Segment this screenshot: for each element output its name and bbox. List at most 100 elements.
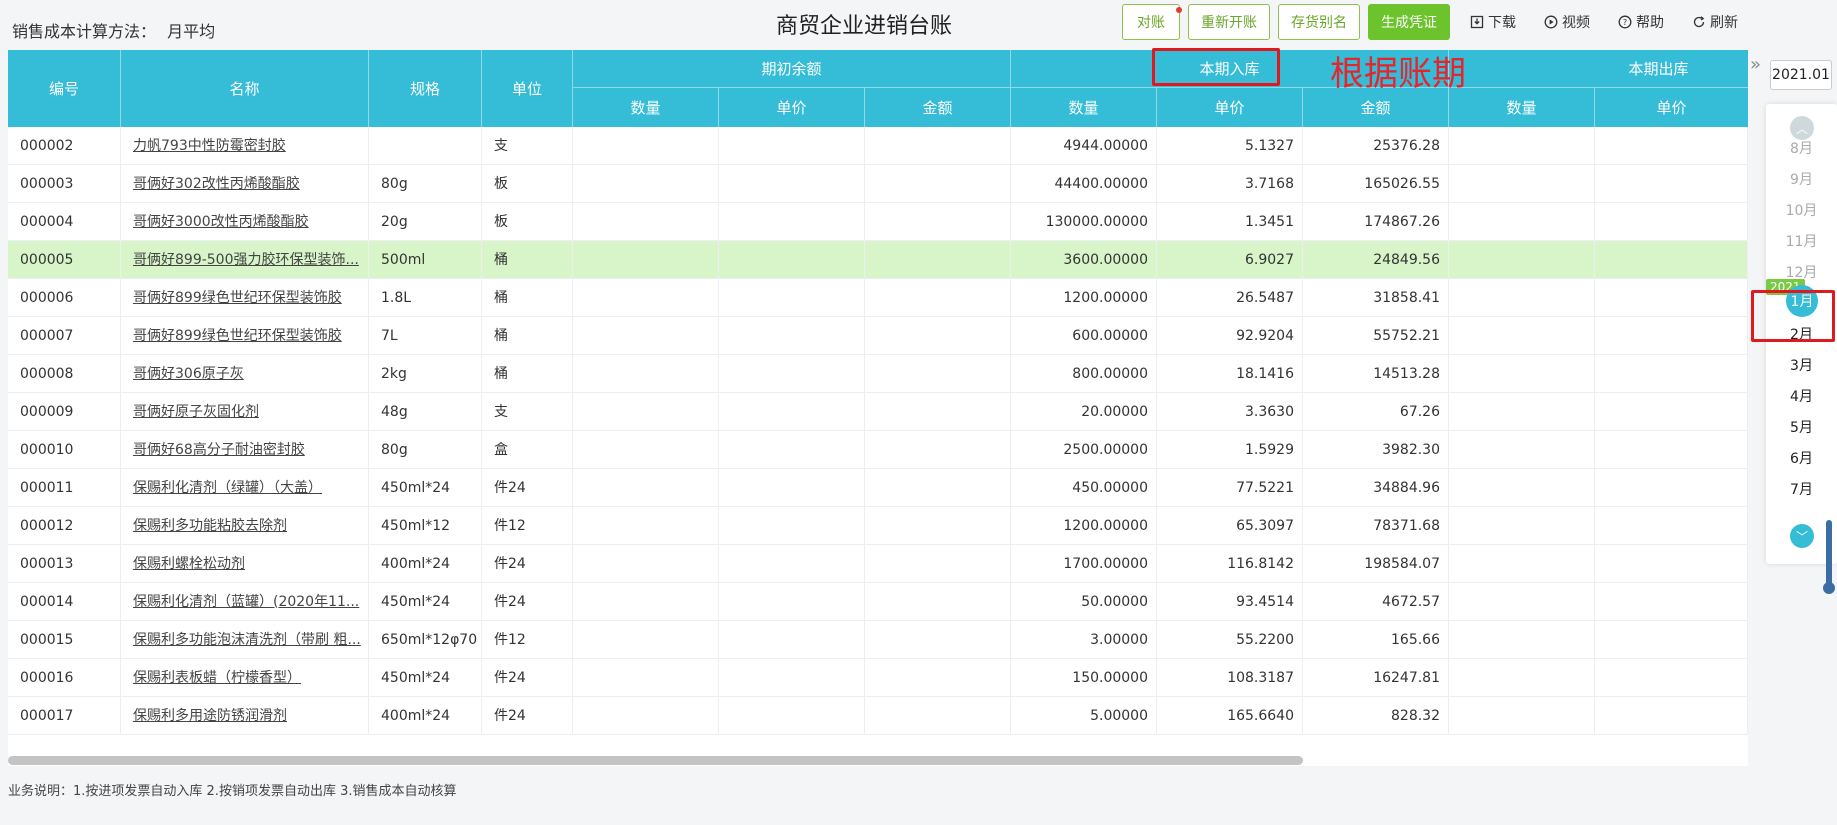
month-item[interactable]: 4月 — [1766, 386, 1837, 406]
cell-name[interactable]: 保赐利多功能粘胶去除剂 — [121, 507, 369, 545]
header-spec[interactable]: 规格 — [369, 50, 482, 127]
cell-name[interactable]: 哥俩好原子灰固化剂 — [121, 393, 369, 431]
cell-name[interactable]: 保赐利螺栓松动剂 — [121, 545, 369, 583]
item-name-link[interactable]: 保赐利表板蜡（柠檬香型） — [133, 670, 301, 686]
table-row[interactable]: 000017 保赐利多用途防锈润滑剂 400ml*24 件24 5.00000 165.6… — [8, 697, 1748, 735]
cell-spec: 48g — [369, 393, 482, 431]
period-input[interactable]: 2021.01 — [1770, 60, 1832, 90]
horizontal-scrollbar[interactable] — [8, 756, 1303, 765]
item-name-link[interactable]: 哥俩好899绿色世纪环保型装饰胶 — [133, 328, 342, 344]
alias-button[interactable]: 存货别名 — [1278, 4, 1360, 40]
cell-name[interactable]: 哥俩好899-500强力胶环保型装饰... — [121, 241, 369, 279]
scroll-down-icon[interactable]: ﹀ — [1790, 524, 1814, 548]
cell-code: 000004 — [8, 203, 121, 241]
table-row[interactable]: 000004 哥俩好3000改性丙烯酸酯胶 20g 板 130000.00000 1.34… — [8, 203, 1748, 241]
month-item[interactable]: 7月 — [1766, 479, 1837, 499]
table-row[interactable]: 000009 哥俩好原子灰固化剂 48g 支 20.00000 3.3630 67.26 — [8, 393, 1748, 431]
cell-op-price — [719, 697, 865, 735]
table-row[interactable]: 000012 保赐利多功能粘胶去除剂 450ml*12 件12 1200.00000 65… — [8, 507, 1748, 545]
cell-name[interactable]: 哥俩好68高分子耐油密封胶 — [121, 431, 369, 469]
cell-in-amount: 14513.28 — [1303, 355, 1449, 393]
video-button[interactable]: 视频 — [1544, 12, 1590, 32]
month-item[interactable]: 11月 — [1766, 231, 1837, 251]
month-item[interactable]: 5月 — [1766, 417, 1837, 437]
cell-op-price — [719, 583, 865, 621]
month-item[interactable]: 6月 — [1766, 448, 1837, 468]
item-name-link[interactable]: 哥俩好3000改性丙烯酸酯胶 — [133, 214, 309, 230]
cell-name[interactable]: 保赐利化清剂（蓝罐）(2020年11... — [121, 583, 369, 621]
scroll-up-icon[interactable]: ︿ — [1790, 116, 1814, 140]
cell-unit: 盒 — [482, 431, 573, 469]
table-row[interactable]: 000013 保赐利螺栓松动剂 400ml*24 件24 1700.00000 116.8… — [8, 545, 1748, 583]
cell-out-qty — [1449, 203, 1595, 241]
month-item[interactable]: 10月 — [1766, 200, 1837, 220]
cell-in-price: 92.9204 — [1157, 317, 1303, 355]
table-row[interactable]: 000014 保赐利化清剂（蓝罐）(2020年11... 450ml*24 件24 50… — [8, 583, 1748, 621]
table-row[interactable]: 000010 哥俩好68高分子耐油密封胶 80g 盒 2500.00000 1.5929 3… — [8, 431, 1748, 469]
cell-name[interactable]: 哥俩好302改性丙烯酸酯胶 — [121, 165, 369, 203]
vertical-scrollbar[interactable] — [1826, 520, 1832, 590]
vertical-scrollbar-knob[interactable] — [1823, 582, 1835, 594]
cell-out-qty — [1449, 469, 1595, 507]
header-outbound-price: 单价 — [1656, 99, 1687, 117]
video-label: 视频 — [1562, 15, 1590, 31]
cell-name[interactable]: 保赐利多功能泡沫清洗剂（带刷 粗... — [121, 621, 369, 659]
cell-in-price: 77.5221 — [1157, 469, 1303, 507]
item-name-link[interactable]: 哥俩好899绿色世纪环保型装饰胶 — [133, 290, 342, 306]
item-name-link[interactable]: 哥俩好302改性丙烯酸酯胶 — [133, 176, 300, 192]
cost-method-value[interactable]: 月平均 — [167, 22, 215, 41]
table-row[interactable]: 000016 保赐利表板蜡（柠檬香型） 450ml*24 件24 150.00000 10… — [8, 659, 1748, 697]
cell-in-qty: 5.00000 — [1011, 697, 1157, 735]
month-item[interactable]: 9月 — [1766, 169, 1837, 189]
cell-spec — [369, 127, 482, 165]
cell-name[interactable]: 哥俩好3000改性丙烯酸酯胶 — [121, 203, 369, 241]
header-code[interactable]: 编号 — [8, 50, 121, 127]
item-name-link[interactable]: 保赐利化清剂（蓝罐）(2020年11... — [133, 594, 359, 610]
cell-out-qty — [1449, 545, 1595, 583]
cell-out-price — [1595, 165, 1748, 203]
item-name-link[interactable]: 保赐利多功能粘胶去除剂 — [133, 518, 287, 534]
cell-name[interactable]: 哥俩好306原子灰 — [121, 355, 369, 393]
cell-spec: 450ml*24 — [369, 469, 482, 507]
month-item[interactable]: 8月 — [1766, 138, 1837, 158]
item-name-link[interactable]: 哥俩好306原子灰 — [133, 366, 244, 382]
header-name[interactable]: 名称 — [121, 50, 369, 127]
cell-name[interactable]: 保赐利表板蜡（柠檬香型） — [121, 659, 369, 697]
month-item[interactable]: 3月 — [1766, 355, 1837, 375]
reopen-button[interactable]: 重新开账 — [1188, 4, 1270, 40]
cell-out-price — [1595, 621, 1748, 659]
cell-name[interactable]: 哥俩好899绿色世纪环保型装饰胶 — [121, 279, 369, 317]
table-row[interactable]: 000002 力帆793中性防霉密封胶 支 4944.00000 5.1327 25376… — [8, 127, 1748, 165]
table-row[interactable]: 000015 保赐利多功能泡沫清洗剂（带刷 粗... 650ml*12φ70 件12 3… — [8, 621, 1748, 659]
item-name-link[interactable]: 保赐利螺栓松动剂 — [133, 556, 245, 572]
download-button[interactable]: 下载 — [1470, 12, 1516, 32]
table-row[interactable]: 000011 保赐利化清剂（绿罐）（大盖） 450ml*24 件24 450.00000… — [8, 469, 1748, 507]
table-row[interactable]: 000007 哥俩好899绿色世纪环保型装饰胶 7L 桶 600.00000 92.920… — [8, 317, 1748, 355]
cell-name[interactable]: 保赐利多用途防锈润滑剂 — [121, 697, 369, 735]
item-name-link[interactable]: 哥俩好原子灰固化剂 — [133, 404, 259, 420]
annotation-box-inbound — [1152, 48, 1280, 86]
help-button[interactable]: ? 帮助 — [1618, 12, 1664, 32]
generate-voucher-button[interactable]: 生成凭证 — [1368, 4, 1450, 40]
item-name-link[interactable]: 哥俩好68高分子耐油密封胶 — [133, 442, 305, 458]
table-row[interactable]: 000005 哥俩好899-500强力胶环保型装饰... 500ml 桶 3600.00… — [8, 241, 1748, 279]
item-name-link[interactable]: 保赐利多用途防锈润滑剂 — [133, 708, 287, 724]
table-row[interactable]: 000003 哥俩好302改性丙烯酸酯胶 80g 板 44400.00000 3.7168… — [8, 165, 1748, 203]
refresh-button[interactable]: 刷新 — [1692, 12, 1738, 32]
cell-name[interactable]: 力帆793中性防霉密封胶 — [121, 127, 369, 165]
table-row[interactable]: 000008 哥俩好306原子灰 2kg 桶 800.00000 18.1416 14513… — [8, 355, 1748, 393]
cell-unit: 件24 — [482, 583, 573, 621]
cell-code: 000014 — [8, 583, 121, 621]
item-name-link[interactable]: 保赐利化清剂（绿罐）（大盖） — [133, 480, 322, 496]
item-name-link[interactable]: 保赐利多功能泡沫清洗剂（带刷 粗... — [133, 632, 361, 648]
item-name-link[interactable]: 哥俩好899-500强力胶环保型装饰... — [133, 252, 359, 268]
cell-name[interactable]: 保赐利化清剂（绿罐）（大盖） — [121, 469, 369, 507]
cell-code: 000012 — [8, 507, 121, 545]
item-name-link[interactable]: 力帆793中性防霉密封胶 — [133, 138, 286, 154]
header-unit[interactable]: 单位 — [482, 50, 573, 127]
reconcile-button[interactable]: 对账 — [1122, 4, 1182, 40]
table-row[interactable]: 000006 哥俩好899绿色世纪环保型装饰胶 1.8L 桶 1200.00000 26.… — [8, 279, 1748, 317]
collapse-arrow-icon[interactable]: » — [1750, 54, 1761, 75]
cell-in-price: 1.5929 — [1157, 431, 1303, 469]
cell-name[interactable]: 哥俩好899绿色世纪环保型装饰胶 — [121, 317, 369, 355]
